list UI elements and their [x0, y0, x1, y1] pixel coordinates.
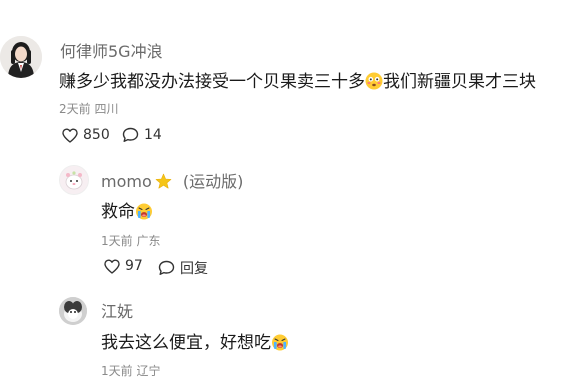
speech-bubble-icon	[158, 260, 175, 276]
comment-meta: 2天前 四川	[59, 100, 118, 117]
comment-location: 辽宁	[136, 364, 161, 378]
comment-count: 14	[144, 127, 162, 143]
crying-face-emoji	[135, 202, 153, 225]
comment-text-body: 救命	[101, 202, 135, 222]
like-count: 97	[125, 258, 143, 274]
star-icon	[155, 173, 172, 194]
username-text: momo	[101, 172, 152, 191]
comment-time: 1天前	[101, 364, 133, 378]
comment-meta: 1天前 广东	[101, 232, 160, 249]
comment-location: 广东	[136, 234, 161, 248]
like-button[interactable]: 97	[104, 258, 143, 274]
user-status: (运动版)	[182, 172, 244, 191]
crying-face-emoji	[271, 333, 289, 356]
comment-text-body: 我去这么便宜，好想吃	[101, 333, 271, 353]
avatar[interactable]	[59, 297, 87, 325]
comment-time: 1天前	[101, 234, 133, 248]
comment-text: 救命	[101, 197, 153, 225]
avatar[interactable]	[59, 165, 89, 195]
reply-button[interactable]: 回复	[158, 258, 208, 278]
comment-text-part2: 我们新疆贝果才三块	[383, 72, 536, 92]
reply-label: 回复	[180, 261, 208, 277]
comment-time: 2天前	[59, 102, 91, 116]
like-count: 850	[83, 127, 110, 143]
comment-username[interactable]: momo (运动版)	[101, 168, 243, 194]
comment-text: 我去这么便宜，好想吃	[101, 328, 289, 356]
like-button[interactable]: 850	[62, 127, 110, 143]
comment-button[interactable]: 14	[122, 127, 162, 143]
comment-meta: 1天前 辽宁	[101, 362, 160, 379]
flushed-face-emoji	[365, 72, 383, 95]
speech-bubble-icon	[122, 127, 139, 143]
comment-username[interactable]: 何律师5G冲浪	[60, 38, 163, 62]
comment-username[interactable]: 江妩	[101, 298, 133, 322]
heart-icon	[62, 127, 78, 143]
avatar[interactable]	[0, 36, 42, 78]
comment-text: 赚多少我都没办法接受一个贝果卖三十多 我们新疆贝果才三块	[59, 67, 536, 95]
heart-icon	[104, 259, 120, 274]
comment-text-part1: 赚多少我都没办法接受一个贝果卖三十多	[59, 72, 365, 92]
comment-location: 四川	[94, 102, 119, 116]
